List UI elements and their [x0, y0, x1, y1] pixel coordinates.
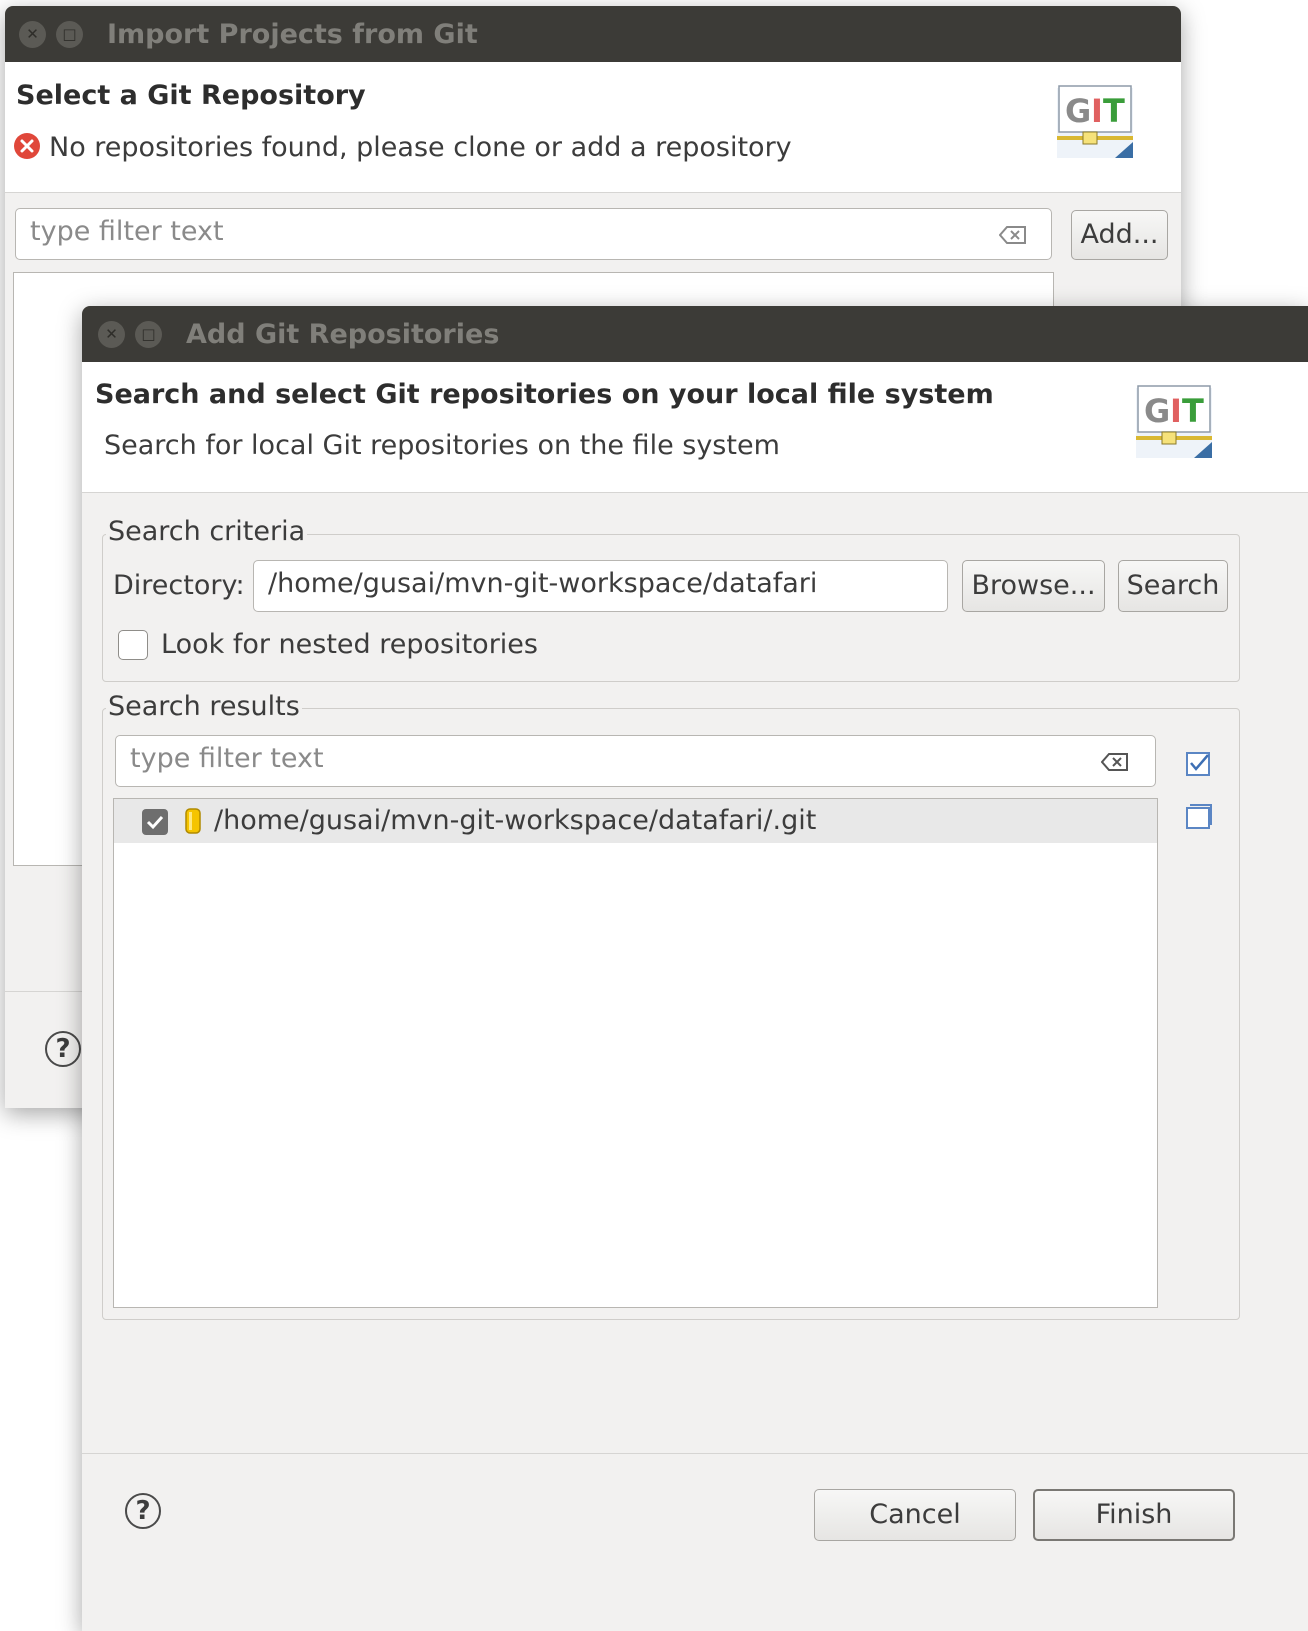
- nested-repositories-label[interactable]: Look for nested repositories: [161, 629, 538, 660]
- select-all-icon[interactable]: [1186, 750, 1212, 776]
- import-filter-placeholder: type filter text: [30, 216, 224, 247]
- svg-text:I: I: [1091, 92, 1103, 130]
- repository-path: /home/gusai/mvn-git-workspace/datafari/.…: [214, 805, 817, 836]
- add-repository-button[interactable]: Add...: [1071, 210, 1168, 260]
- list-item[interactable]: /home/gusai/mvn-git-workspace/datafari/.…: [114, 799, 1157, 843]
- results-filter-placeholder: type filter text: [130, 743, 324, 774]
- close-window-icon[interactable]: ✕: [19, 21, 46, 48]
- repository-icon: [185, 808, 201, 834]
- import-dialog-error-message: No repositories found, please clone or a…: [49, 132, 792, 163]
- import-dialog-banner: Select a Git Repository No repositories …: [5, 62, 1181, 193]
- directory-value: /home/gusai/mvn-git-workspace/datafari: [268, 568, 818, 599]
- error-icon: [14, 133, 40, 159]
- svg-text:G: G: [1065, 92, 1091, 130]
- add-dialog-title: Add Git Repositories: [186, 319, 500, 350]
- directory-label: Directory:: [113, 570, 245, 601]
- search-button[interactable]: Search: [1118, 560, 1228, 612]
- import-dialog-heading: Select a Git Repository: [16, 80, 366, 111]
- help-icon[interactable]: ?: [125, 1493, 161, 1529]
- add-dialog-footer-divider: [82, 1453, 1308, 1454]
- cancel-button[interactable]: Cancel: [814, 1489, 1016, 1541]
- maximize-window-icon[interactable]: □: [135, 321, 162, 348]
- add-button-label: Add...: [1080, 219, 1159, 250]
- add-dialog-heading: Search and select Git repositories on yo…: [95, 379, 994, 410]
- deselect-all-icon[interactable]: [1186, 804, 1212, 830]
- import-filter-input[interactable]: type filter text: [15, 208, 1052, 260]
- clear-filter-icon[interactable]: [1101, 752, 1129, 772]
- git-logo-icon: G I T: [1057, 85, 1133, 158]
- directory-input[interactable]: /home/gusai/mvn-git-workspace/datafari: [253, 560, 948, 612]
- add-dialog-banner: Search and select Git repositories on yo…: [82, 362, 1308, 493]
- repository-checkbox[interactable]: [142, 809, 168, 835]
- finish-button[interactable]: Finish: [1033, 1489, 1235, 1541]
- search-results-list[interactable]: /home/gusai/mvn-git-workspace/datafari/.…: [113, 798, 1158, 1308]
- svg-text:T: T: [1103, 92, 1125, 130]
- maximize-window-icon[interactable]: □: [56, 21, 83, 48]
- add-dialog-titlebar: ✕ □ Add Git Repositories: [82, 306, 1308, 362]
- cancel-button-label: Cancel: [869, 1499, 961, 1530]
- search-button-label: Search: [1126, 570, 1220, 601]
- checkmark-icon: [146, 815, 164, 830]
- clear-filter-icon[interactable]: [999, 225, 1027, 245]
- nested-repositories-checkbox[interactable]: [118, 630, 148, 660]
- browse-button-label: Browse...: [971, 570, 1096, 601]
- import-help-icon[interactable]: ?: [45, 1031, 81, 1067]
- results-filter-input[interactable]: type filter text: [115, 735, 1156, 787]
- import-dialog-title: Import Projects from Git: [107, 19, 478, 50]
- close-window-icon[interactable]: ✕: [98, 321, 125, 348]
- add-dialog-subheading: Search for local Git repositories on the…: [104, 430, 780, 461]
- search-criteria-label: Search criteria: [106, 516, 308, 547]
- add-git-repositories-dialog: ✕ □ Add Git Repositories Search and sele…: [82, 306, 1308, 1631]
- svg-text:T: T: [1182, 392, 1204, 430]
- git-logo-icon: G I T: [1136, 385, 1212, 458]
- svg-text:I: I: [1170, 392, 1182, 430]
- search-results-label: Search results: [106, 691, 302, 722]
- svg-text:G: G: [1144, 392, 1170, 430]
- browse-button[interactable]: Browse...: [962, 560, 1105, 612]
- import-dialog-titlebar: ✕ □ Import Projects from Git: [5, 6, 1181, 62]
- finish-button-label: Finish: [1095, 1499, 1173, 1530]
